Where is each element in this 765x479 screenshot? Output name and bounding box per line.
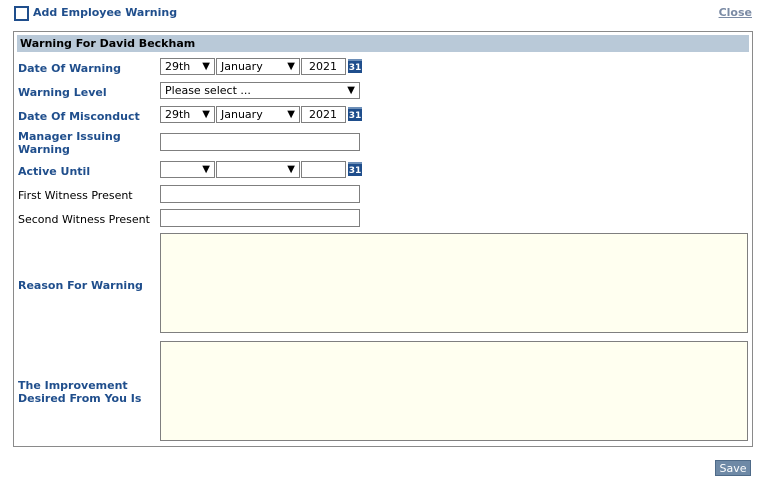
checkbox-icon [14,6,29,21]
panel-title: Warning For David Beckham [17,35,749,52]
date-of-misconduct-month-value: January [221,108,263,121]
date-of-misconduct-month-select[interactable]: January ▼ [216,106,300,123]
date-of-warning-day-select[interactable]: 29th ▼ [160,58,215,75]
date-of-misconduct-label: Date Of Misconduct [18,110,140,123]
active-until-month-select[interactable]: ▼ [216,161,300,178]
first-witness-input[interactable] [160,185,360,203]
reason-textarea[interactable] [160,233,748,333]
calendar-icon[interactable]: 31 [348,59,362,73]
chevron-down-icon: ▼ [202,61,210,72]
close-link[interactable]: Close [719,6,752,19]
warning-level-value: Please select ... [165,84,251,97]
dialog-title: Add Employee Warning [33,6,178,19]
warning-level-select[interactable]: Please select ... ▼ [160,82,360,99]
improvement-label: The Improvement Desired From You Is [18,379,141,405]
date-of-warning-month-select[interactable]: January ▼ [216,58,300,75]
calendar-icon[interactable]: 31 [348,162,362,176]
improvement-label-line1: The Improvement [18,379,128,392]
chevron-down-icon: ▼ [202,109,210,120]
date-of-warning-label: Date Of Warning [18,62,121,75]
calendar-icon[interactable]: 31 [348,107,362,121]
reason-label: Reason For Warning [18,279,143,292]
active-until-day-select[interactable]: ▼ [160,161,215,178]
date-of-misconduct-year-input[interactable]: 2021 [301,106,346,123]
date-of-warning-day-value: 29th [165,60,191,73]
manager-issuing-input[interactable] [160,133,360,151]
warning-level-label: Warning Level [18,86,107,99]
active-until-label: Active Until [18,165,91,178]
improvement-label-line2: Desired From You Is [18,392,142,405]
second-witness-label: Second Witness Present [18,213,150,226]
date-of-warning-year-input[interactable]: 2021 [301,58,346,75]
chevron-down-icon: ▼ [287,61,295,72]
second-witness-input[interactable] [160,209,360,227]
manager-issuing-label: Manager Issuing Warning [18,130,121,156]
chevron-down-icon: ▼ [347,85,355,96]
first-witness-label: First Witness Present [18,189,133,202]
dialog-header: Add Employee Warning Close [12,5,753,23]
date-of-misconduct-day-select[interactable]: 29th ▼ [160,106,215,123]
date-of-warning-month-value: January [221,60,263,73]
chevron-down-icon: ▼ [287,109,295,120]
date-of-misconduct-day-value: 29th [165,108,191,121]
improvement-textarea[interactable] [160,341,748,441]
active-until-year-input[interactable] [301,161,346,178]
chevron-down-icon: ▼ [202,164,210,175]
save-button[interactable]: Save [715,460,751,476]
manager-issuing-label-line1: Manager Issuing [18,130,121,143]
chevron-down-icon: ▼ [287,164,295,175]
warning-form-panel: Warning For David Beckham Date Of Warnin… [13,31,753,447]
manager-issuing-label-line2: Warning [18,143,70,156]
